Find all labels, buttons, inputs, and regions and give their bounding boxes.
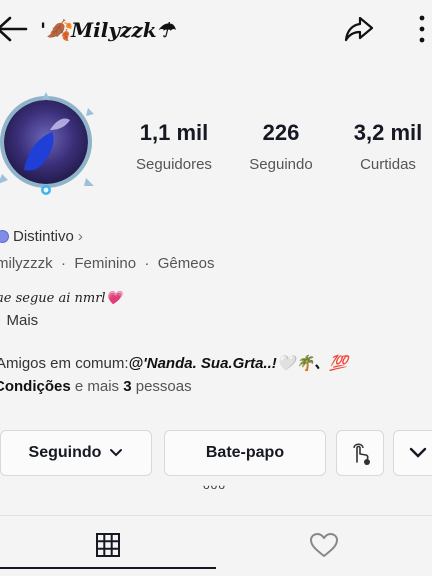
badge-label: Distintivo (13, 228, 74, 245)
followers-label: Seguidores (136, 156, 212, 173)
bio-more-label: Mais (6, 312, 39, 329)
chat-button-label: Bate-papo (205, 444, 285, 461)
profile-info-row: milyzzzk · Feminino · Gêmeos (0, 255, 214, 272)
avatar[interactable] (0, 90, 98, 202)
suggestions-toggle-button[interactable] (393, 430, 432, 476)
separator: · (61, 255, 67, 272)
mutual-more[interactable]: Condições e mais 3 pessoas (0, 378, 192, 395)
mutual-connector: e mais (74, 378, 120, 395)
grid-icon (96, 533, 120, 557)
profile-header-name: '🍂Milyzzk☂ (40, 18, 175, 42)
decorative-dots: ᴗᴗᴗ (203, 478, 227, 492)
followers-count: 1,1 mil (139, 120, 209, 145)
mutual-suffix: pessoas (135, 378, 192, 395)
nudge-button[interactable] (336, 430, 384, 476)
separator: · (144, 255, 150, 272)
badge-icon (0, 230, 9, 243)
avatar-frame-icon (0, 92, 94, 195)
chevron-down-icon (110, 449, 123, 457)
bio-text: ae segue ai nmrl💗 (0, 291, 122, 306)
mutual-count: 3 (123, 378, 132, 395)
following-count: 226 (262, 120, 300, 145)
badge-link[interactable]: Distintivo › (0, 228, 83, 245)
chevron-right-icon: › (77, 228, 83, 245)
mutual-friend-link[interactable]: @'Nanda. Sua.Grta..!🤍🌴、💯 (129, 355, 348, 372)
mutual-name: Condições (0, 378, 71, 395)
back-arrow-icon[interactable] (0, 14, 28, 44)
tab-active-indicator (0, 567, 216, 569)
finger-tap-icon (353, 443, 370, 465)
following-button[interactable]: Seguindo (0, 430, 152, 476)
following-label: Seguindo (249, 156, 313, 173)
chat-button[interactable]: Bate-papo (164, 430, 326, 476)
handle-text: milyzzzk (0, 255, 53, 272)
heart-icon (310, 533, 338, 557)
tab-videos[interactable] (0, 516, 216, 574)
chevron-down-icon (409, 447, 427, 458)
mutual-friends[interactable]: Amigos em comum:@'Nanda. Sua.Grta..!🤍🌴、💯 (0, 352, 348, 373)
following-button-label: Seguindo (28, 444, 102, 461)
mutual-prefix: Amigos em comum: (0, 355, 129, 372)
bio-more-link[interactable]: : Mais (0, 312, 39, 329)
followers-stat[interactable]: 1,1 mil Seguidores (119, 120, 229, 173)
more-options-icon[interactable] (415, 14, 429, 44)
share-icon[interactable] (342, 12, 376, 46)
likes-count: 3,2 mil (353, 120, 423, 145)
following-stat[interactable]: 226 Seguindo (226, 120, 336, 173)
tab-liked[interactable] (216, 516, 432, 574)
likes-stat[interactable]: 3,2 mil Curtidas (333, 120, 432, 173)
zodiac-text: Gêmeos (157, 255, 215, 272)
gender-text: Feminino (74, 255, 137, 272)
likes-label: Curtidas (360, 156, 416, 173)
